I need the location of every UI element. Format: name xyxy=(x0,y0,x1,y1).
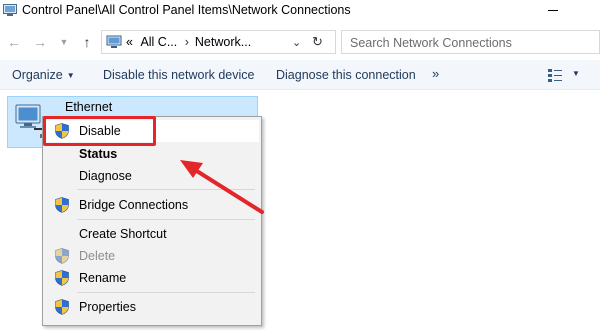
annotation-arrow-icon xyxy=(180,160,264,214)
